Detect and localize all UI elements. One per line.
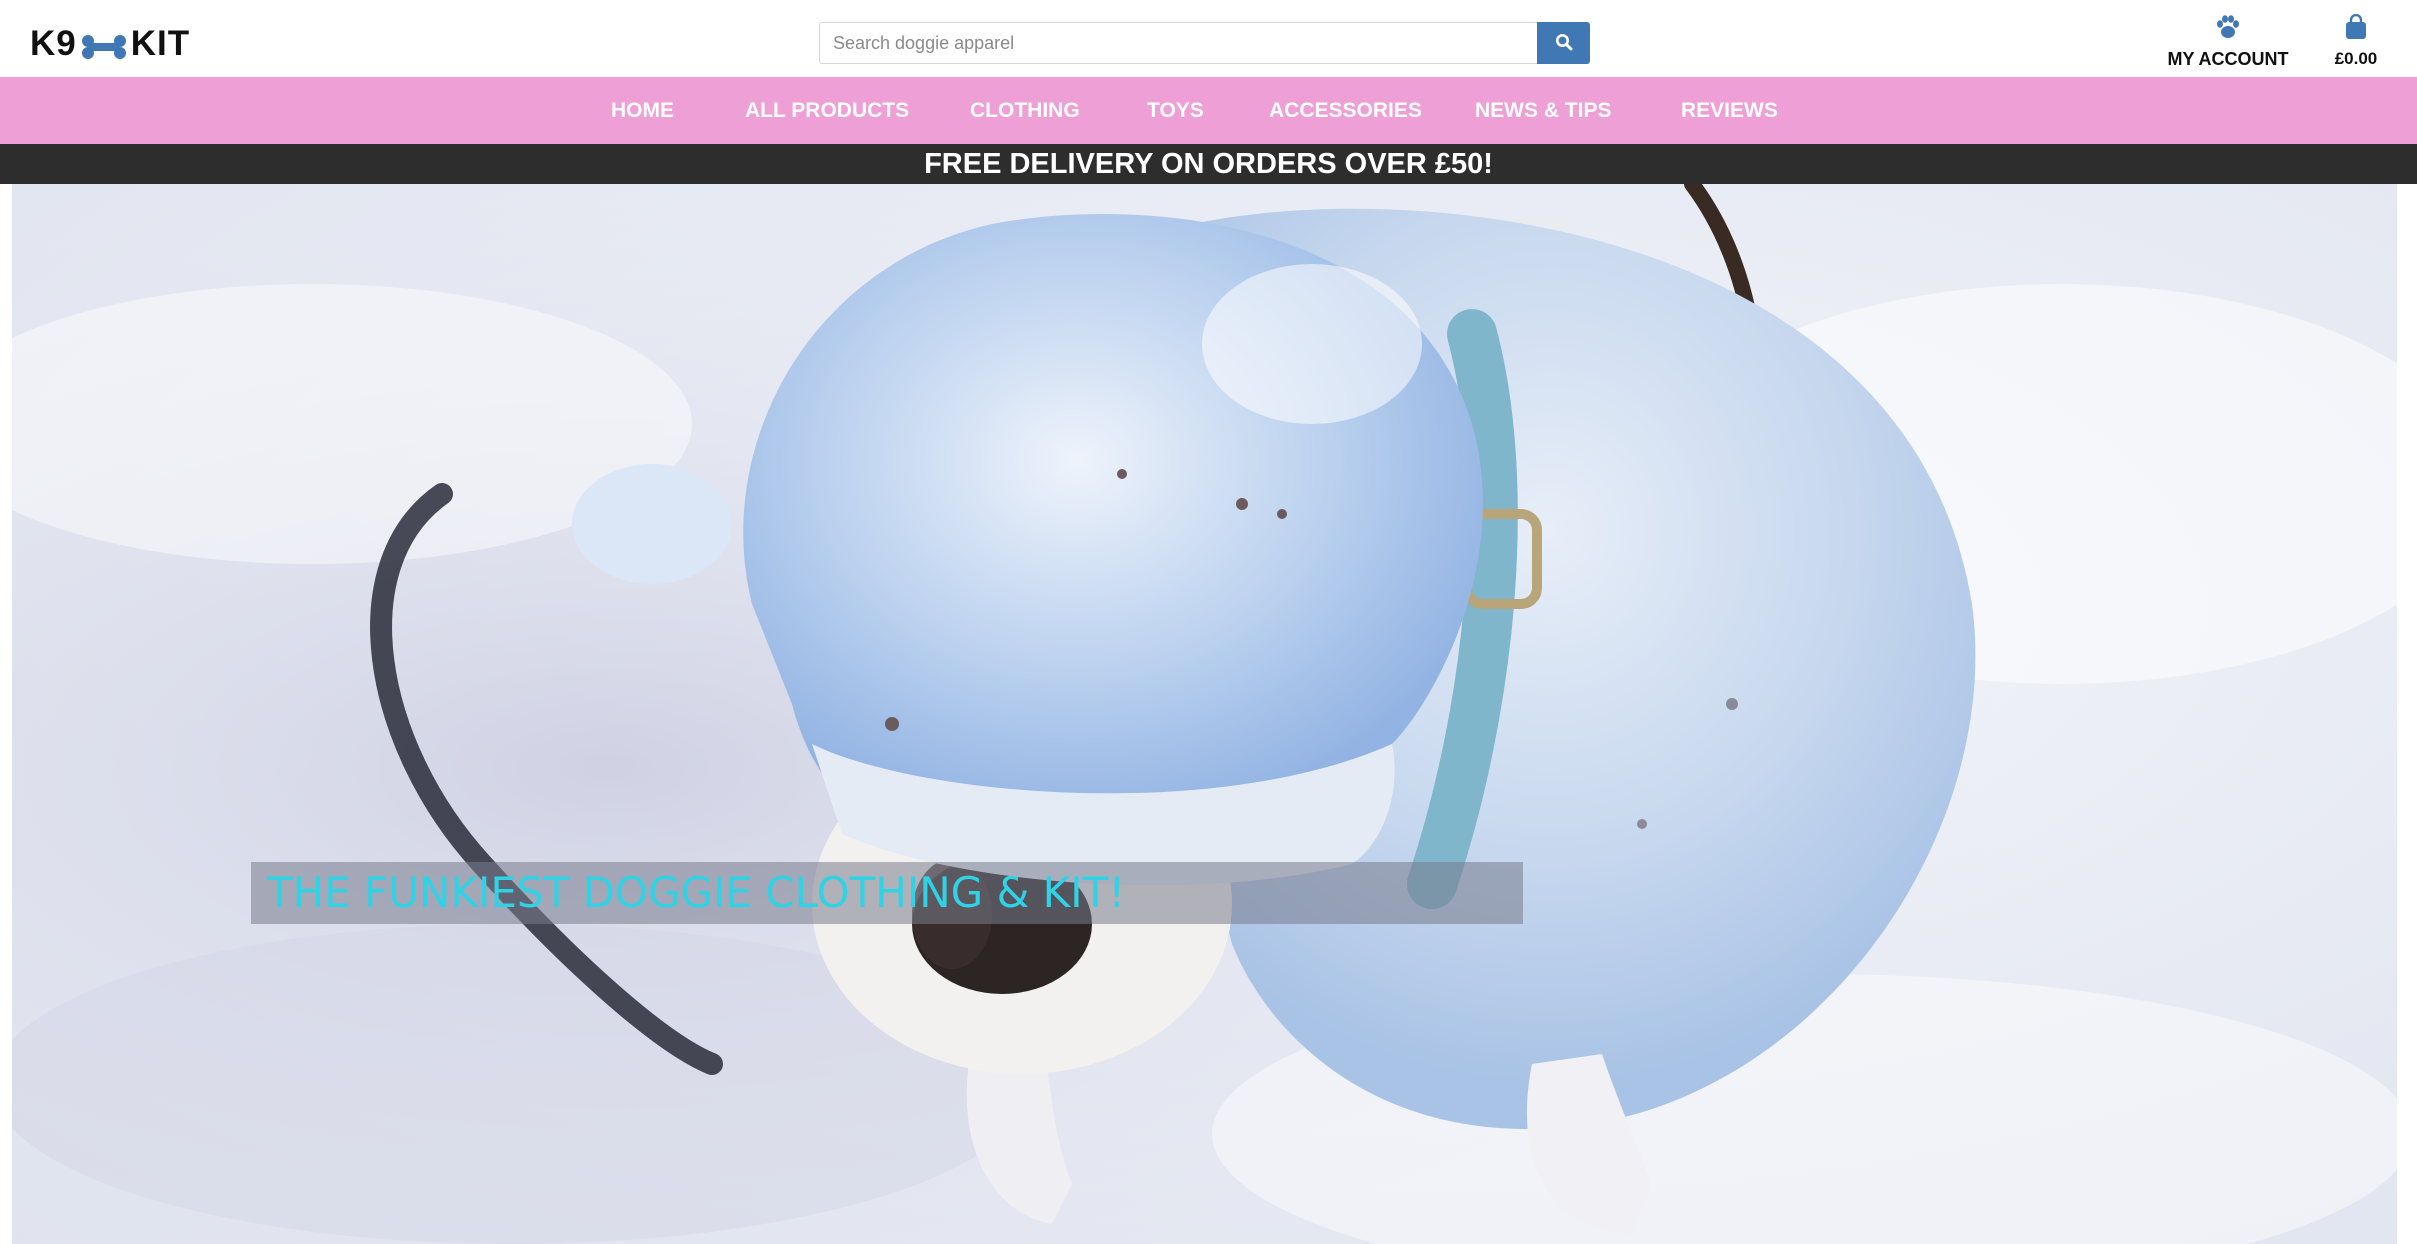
shopping-bag-icon <box>2344 13 2368 42</box>
page-scrollbar[interactable] <box>2397 184 2417 1244</box>
cart-total: £0.00 <box>2334 49 2378 68</box>
nav-item-accessories[interactable]: ACCESSORIES <box>1269 77 1422 144</box>
logo-text-right: KIT <box>130 24 191 63</box>
nav-item-clothing[interactable]: CLOTHING <box>970 77 1080 144</box>
search-bar <box>819 22 1591 64</box>
bone-icon <box>79 30 129 59</box>
hero-caption: THE FUNKIEST DOGGIE CLOTHING & KIT! <box>251 862 1523 924</box>
nav-item-toys[interactable]: TOYS <box>1147 77 1204 144</box>
search-icon <box>1555 33 1573 54</box>
main-navigation: HOME ALL PRODUCTS CLOTHING TOYS ACCESSOR… <box>0 77 2417 144</box>
cart-link[interactable]: £0.00 <box>2326 13 2386 69</box>
hero-photo-dog-in-snow <box>12 184 2397 1244</box>
nav-item-news-tips[interactable]: NEWS & TIPS <box>1475 77 1612 144</box>
search-button[interactable] <box>1537 22 1590 64</box>
site-logo[interactable]: K9 KIT <box>30 22 190 66</box>
site-header: K9 KIT Search doggie apparel MY ACCOUNT … <box>0 0 2417 77</box>
free-delivery-banner: FREE DELIVERY ON ORDERS OVER £50! <box>0 144 2417 184</box>
paw-icon <box>2214 14 2242 42</box>
nav-item-reviews[interactable]: REVIEWS <box>1681 77 1778 144</box>
search-input[interactable] <box>819 22 1537 64</box>
nav-item-home[interactable]: HOME <box>611 77 674 144</box>
hero-image: THE FUNKIEST DOGGIE CLOTHING & KIT! <box>12 184 2397 1244</box>
nav-item-all-products[interactable]: ALL PRODUCTS <box>745 77 909 144</box>
hero-caption-text: THE FUNKIEST DOGGIE CLOTHING & KIT! <box>267 868 1126 917</box>
account-label: MY ACCOUNT <box>2167 49 2289 69</box>
logo-text-left: K9 <box>30 24 77 63</box>
my-account-link[interactable]: MY ACCOUNT <box>2163 14 2293 70</box>
